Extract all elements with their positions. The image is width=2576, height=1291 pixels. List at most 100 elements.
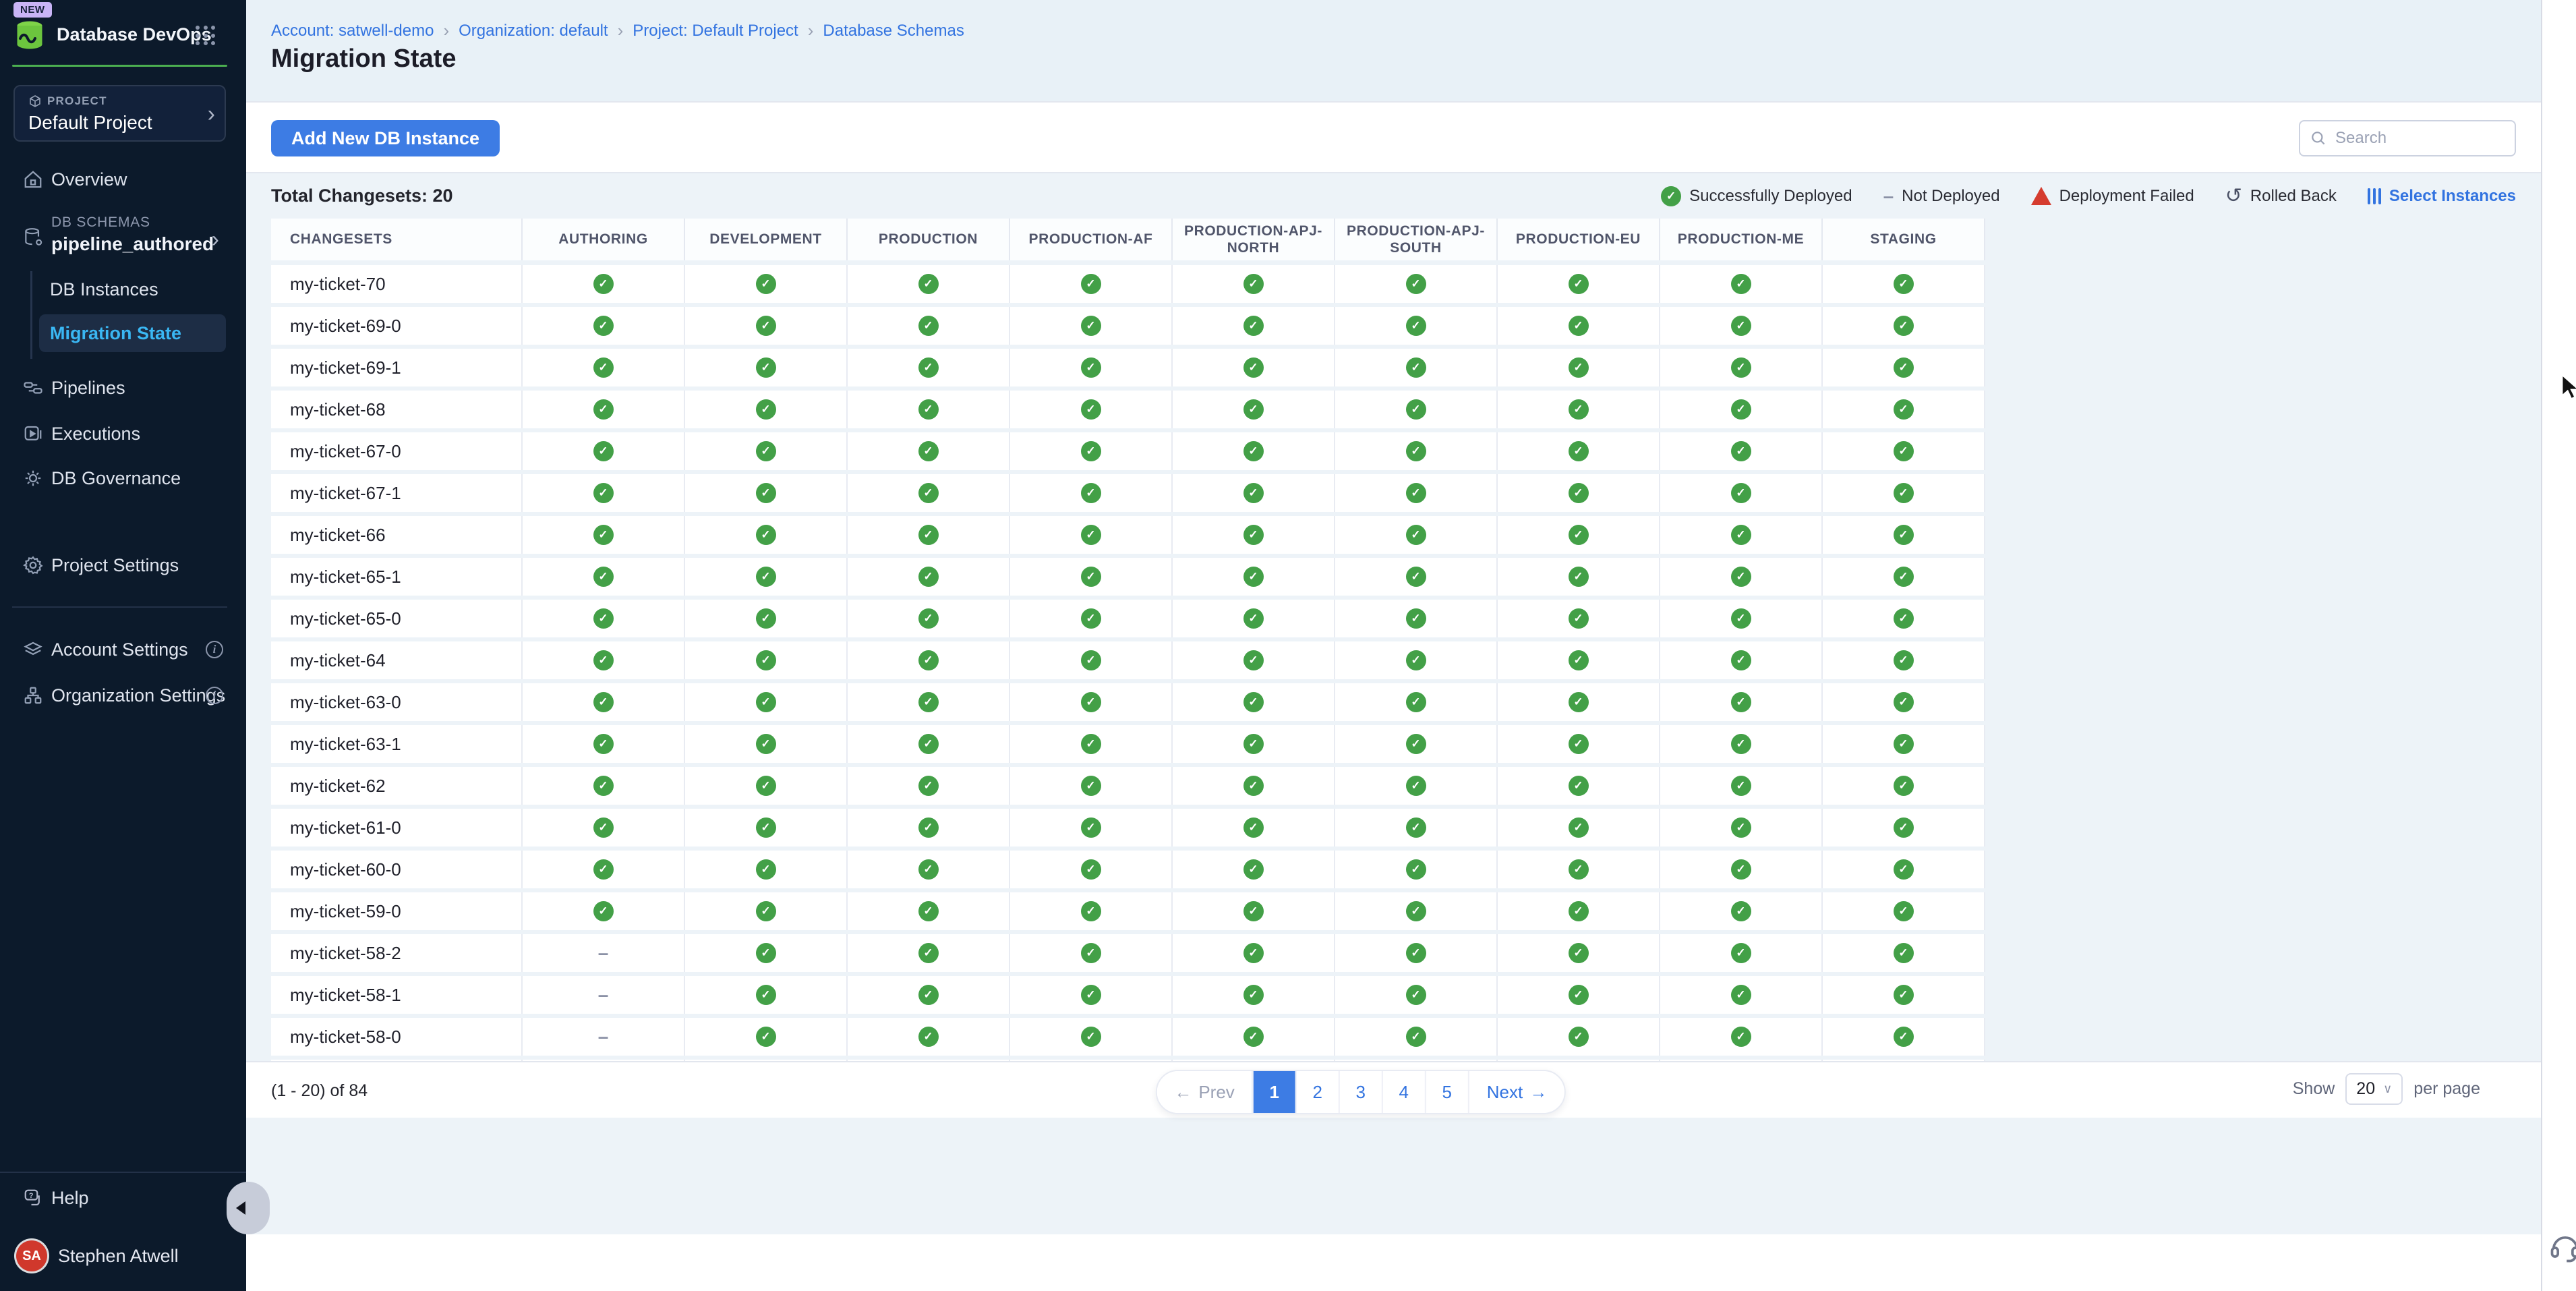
sidebar-item-pipelines[interactable]: Pipelines: [0, 372, 246, 404]
breadcrumb-link[interactable]: Project: Default Project: [633, 22, 798, 40]
success-badge-icon: ✓: [593, 441, 614, 461]
prev-button[interactable]: ← Prev: [1157, 1071, 1252, 1113]
sidebar-item-executions[interactable]: Executions: [0, 418, 246, 450]
success-badge-icon: ✓: [918, 692, 939, 712]
status-cell: ✓: [1823, 307, 1985, 345]
success-badge-icon: ✓: [756, 1027, 776, 1047]
project-selector[interactable]: PROJECT Default Project ›: [13, 85, 226, 142]
status-cell: ✓: [1660, 349, 1823, 386]
success-badge-icon: ✓: [1894, 441, 1914, 461]
status-cell: ✓: [848, 725, 1010, 763]
status-cell: ✓: [1010, 307, 1173, 345]
status-cell: ✓: [1660, 641, 1823, 679]
sidebar-item-account-settings[interactable]: Account Settings i: [0, 633, 246, 666]
collapse-sidebar-handle[interactable]: [227, 1182, 270, 1234]
changeset-name: my-ticket-68: [271, 391, 523, 428]
table-row: my-ticket-69-0✓✓✓✓✓✓✓✓✓: [271, 307, 1985, 345]
changeset-name: my-ticket-63-1: [271, 725, 523, 763]
status-cell: ✓: [1173, 391, 1335, 428]
page-button[interactable]: 1: [1252, 1071, 1295, 1113]
status-cell: ✓: [1335, 265, 1498, 303]
home-icon: [22, 169, 44, 190]
support-headset-icon[interactable]: [2548, 1230, 2576, 1265]
table-row: my-ticket-58-2–✓✓✓✓✓✓✓✓: [271, 934, 1985, 972]
sidebar-item-db-governance[interactable]: DB Governance: [0, 462, 246, 494]
select-instances-button[interactable]: Select Instances: [2368, 187, 2516, 206]
status-cell: ✓: [1498, 349, 1660, 386]
success-badge-icon: ✓: [1894, 817, 1914, 838]
apps-grid-icon[interactable]: [196, 26, 216, 46]
status-cell: ✓: [1498, 265, 1660, 303]
success-badge-icon: ✓: [1894, 1027, 1914, 1047]
help-chat-icon: ?: [22, 1187, 44, 1209]
changeset-name: my-ticket-62: [271, 767, 523, 805]
success-badge-icon: ✓: [1894, 567, 1914, 587]
success-badge-icon: ✓: [756, 525, 776, 545]
column-header: PRODUCTION-APJ-SOUTH: [1335, 219, 1498, 260]
status-cell: ✓: [848, 892, 1010, 930]
status-cell: ✓: [1335, 516, 1498, 554]
table-row: my-ticket-61-0✓✓✓✓✓✓✓✓✓: [271, 809, 1985, 847]
table-row: my-ticket-66✓✓✓✓✓✓✓✓✓: [271, 516, 1985, 554]
success-badge-icon: ✓: [1081, 943, 1101, 963]
success-badge-icon: ✓: [1081, 692, 1101, 712]
sidebar-item-project-settings[interactable]: Project Settings: [0, 549, 246, 581]
sidebar-item-db-schemas[interactable]: DB SCHEMAS pipeline_authored ›: [0, 213, 246, 267]
breadcrumb-link[interactable]: Account: satwell-demo: [271, 22, 434, 40]
add-db-instance-button[interactable]: Add New DB Instance: [271, 120, 500, 156]
help-button[interactable]: ? Help: [0, 1182, 246, 1214]
page-button[interactable]: 2: [1295, 1071, 1339, 1113]
sidebar-item-overview[interactable]: Overview: [0, 163, 246, 196]
success-badge-icon: ✓: [593, 483, 614, 503]
search-box[interactable]: [2299, 120, 2516, 156]
search-input[interactable]: [2334, 128, 2505, 148]
table-row: my-ticket-63-0✓✓✓✓✓✓✓✓✓: [271, 683, 1985, 721]
success-badge-icon: ✓: [756, 692, 776, 712]
success-badge-icon: ✓: [1731, 650, 1751, 670]
avatar: SA: [16, 1240, 47, 1271]
info-icon[interactable]: i: [206, 641, 223, 658]
status-cell: ✓: [685, 474, 848, 512]
success-badge-icon: ✓: [1243, 1027, 1264, 1047]
success-badge-icon: ✓: [1243, 985, 1264, 1005]
status-cell: ✓: [848, 809, 1010, 847]
user-menu[interactable]: SA Stephen Atwell: [0, 1238, 246, 1273]
info-icon[interactable]: i: [206, 687, 223, 704]
success-badge-icon: ✓: [1894, 859, 1914, 880]
sidebar-item-db-instances[interactable]: DB Instances: [39, 274, 226, 305]
status-cell: ✓: [1823, 432, 1985, 470]
status-cell: ✓: [1010, 391, 1173, 428]
status-cell: ✓: [1823, 474, 1985, 512]
page-size-select[interactable]: 20 ∨: [2345, 1073, 2403, 1105]
status-cell: ✓: [1010, 683, 1173, 721]
breadcrumb-link[interactable]: Organization: default: [459, 22, 608, 40]
changeset-name: my-ticket-64: [271, 641, 523, 679]
next-button[interactable]: Next →: [1468, 1071, 1564, 1113]
success-badge-icon: ✓: [1894, 357, 1914, 378]
page-button[interactable]: 5: [1425, 1071, 1468, 1113]
table-row: my-ticket-65-1✓✓✓✓✓✓✓✓✓: [271, 558, 1985, 596]
breadcrumb-link[interactable]: Database Schemas: [823, 22, 964, 40]
table-row: my-ticket-58-0–✓✓✓✓✓✓✓✓: [271, 1018, 1985, 1056]
status-cell: ✓: [1660, 725, 1823, 763]
status-cell: ✓: [1173, 1018, 1335, 1056]
column-header: STAGING: [1823, 219, 1985, 260]
right-gutter: [2541, 0, 2576, 1291]
status-cell: ✓: [1660, 265, 1823, 303]
status-cell: ✓: [523, 265, 685, 303]
success-badge-icon: ✓: [1243, 650, 1264, 670]
success-badge-icon: ✓: [1731, 441, 1751, 461]
success-badge-icon: ✓: [918, 483, 939, 503]
status-cell: ✓: [848, 558, 1010, 596]
sidebar-item-migration-state[interactable]: Migration State: [39, 314, 226, 352]
success-badge-icon: ✓: [1569, 817, 1589, 838]
changeset-name: my-ticket-70: [271, 265, 523, 303]
status-cell: ✓: [1335, 934, 1498, 972]
success-badge-icon: ✓: [1661, 186, 1681, 206]
changeset-name: my-ticket-61-0: [271, 809, 523, 847]
status-cell: ✓: [523, 516, 685, 554]
status-cell: ✓: [1335, 851, 1498, 888]
page-button[interactable]: 3: [1339, 1071, 1382, 1113]
sidebar-item-organization-settings[interactable]: Organization Settings i: [0, 679, 246, 712]
page-button[interactable]: 4: [1382, 1071, 1425, 1113]
